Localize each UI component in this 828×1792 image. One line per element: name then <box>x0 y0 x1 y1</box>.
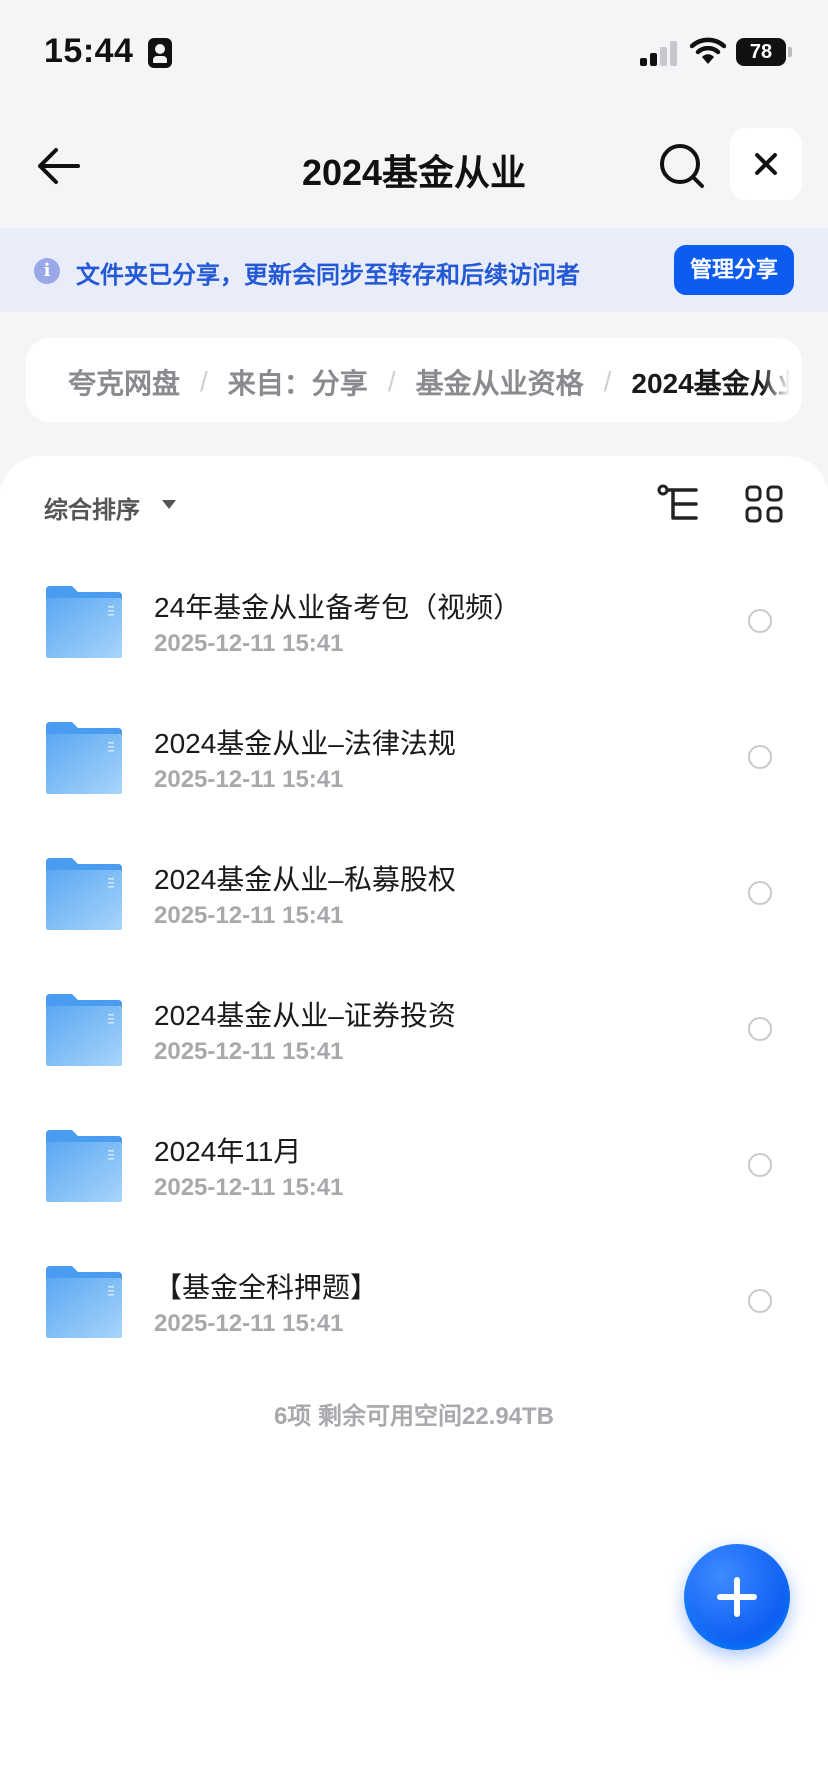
share-notice-text: 文件夹已分享，更新会同步至转存和后续访问者 <box>76 262 580 289</box>
breadcrumb-item-root[interactable]: 夸克网盘 <box>68 362 180 402</box>
info-icon: i <box>34 258 60 284</box>
file-row[interactable]: 2024基金从业–私募股权 2025-12-11 15:41 <box>0 830 828 966</box>
folder-icon <box>44 1130 124 1202</box>
file-row[interactable]: 【基金全科押题】 2025-12-11 15:41 <box>0 1238 828 1374</box>
nav-bar: 2024基金从业 <box>0 110 828 220</box>
select-radio[interactable] <box>748 1017 772 1041</box>
close-button[interactable] <box>730 128 802 200</box>
battery-cap <box>788 47 792 57</box>
file-date: 2025-12-11 15:41 <box>154 766 344 793</box>
storage-summary: 6项 剩余可用空间22.94TB <box>273 1403 555 1430</box>
file-date: 2025-12-11 15:41 <box>154 902 344 929</box>
folder-icon <box>44 858 124 930</box>
file-row[interactable]: 24年基金从业备考包（视频） 2025-12-11 15:41 <box>0 558 828 694</box>
grid-view-icon[interactable] <box>744 484 784 524</box>
status-time: 15:44 <box>44 32 134 70</box>
file-date: 2025-12-11 15:41 <box>154 630 344 657</box>
close-icon <box>755 153 777 175</box>
file-name: 【基金全科押题】 <box>154 1272 379 1303</box>
share-notice-banner: i 文件夹已分享，更新会同步至转存和后续访问者 管理分享 <box>0 228 828 312</box>
add-button[interactable] <box>684 1544 790 1650</box>
tree-view-icon[interactable] <box>656 484 700 524</box>
file-name: 2024年11月 <box>154 1136 302 1167</box>
battery-icon: 78 <box>736 38 786 66</box>
file-row[interactable]: 2024年11月 2025-12-11 15:41 <box>0 1102 828 1238</box>
focus-mode-icon <box>148 38 172 68</box>
status-bar: 15:44 78 <box>0 0 828 100</box>
select-radio[interactable] <box>748 1153 772 1177</box>
file-name: 2024基金从业–证券投资 <box>154 1000 456 1031</box>
file-list: 24年基金从业备考包（视频） 2025-12-11 15:41 2024基金从业… <box>0 558 828 1374</box>
breadcrumb-separator: / <box>200 366 208 397</box>
file-name: 24年基金从业备考包（视频） <box>154 592 522 623</box>
search-icon[interactable] <box>654 138 710 194</box>
file-name: 2024基金从业–法律法规 <box>154 728 456 759</box>
wifi-icon <box>690 37 726 64</box>
folder-icon <box>44 994 124 1066</box>
manage-share-button[interactable]: 管理分享 <box>674 245 794 295</box>
breadcrumb-item-shared[interactable]: 来自：分享 <box>228 362 368 402</box>
select-radio[interactable] <box>748 609 772 633</box>
file-row[interactable]: 2024基金从业–法律法规 2025-12-11 15:41 <box>0 694 828 830</box>
file-name: 2024基金从业–私募股权 <box>154 864 456 895</box>
cellular-signal-icon <box>640 40 680 66</box>
breadcrumb-separator: / <box>603 366 612 397</box>
folder-icon <box>44 586 124 658</box>
folder-icon <box>44 722 124 794</box>
file-row[interactable]: 2024基金从业–证券投资 2025-12-11 15:41 <box>0 966 828 1102</box>
sort-dropdown[interactable]: 综合排序 <box>44 490 140 525</box>
breadcrumb: 夸克网盘 / 来自：分享 / 基金从业资格 / 2024基金从业 <box>26 338 802 422</box>
breadcrumb-separator: / <box>387 366 396 397</box>
select-radio[interactable] <box>748 881 772 905</box>
breadcrumb-fade <box>762 338 802 422</box>
file-date: 2025-12-11 15:41 <box>154 1310 344 1337</box>
folder-icon <box>44 1266 124 1338</box>
file-date: 2025-12-11 15:41 <box>154 1174 344 1201</box>
breadcrumb-item-fund-qualification[interactable]: 基金从业资格 <box>416 362 584 402</box>
file-date: 2025-12-11 15:41 <box>154 1038 344 1065</box>
select-radio[interactable] <box>748 745 772 769</box>
breadcrumb-trail: 夸克网盘 / 来自：分享 / 基金从业资格 / 2024基金从业 <box>68 362 802 402</box>
select-radio[interactable] <box>748 1289 772 1313</box>
caret-down-icon[interactable] <box>162 500 176 509</box>
